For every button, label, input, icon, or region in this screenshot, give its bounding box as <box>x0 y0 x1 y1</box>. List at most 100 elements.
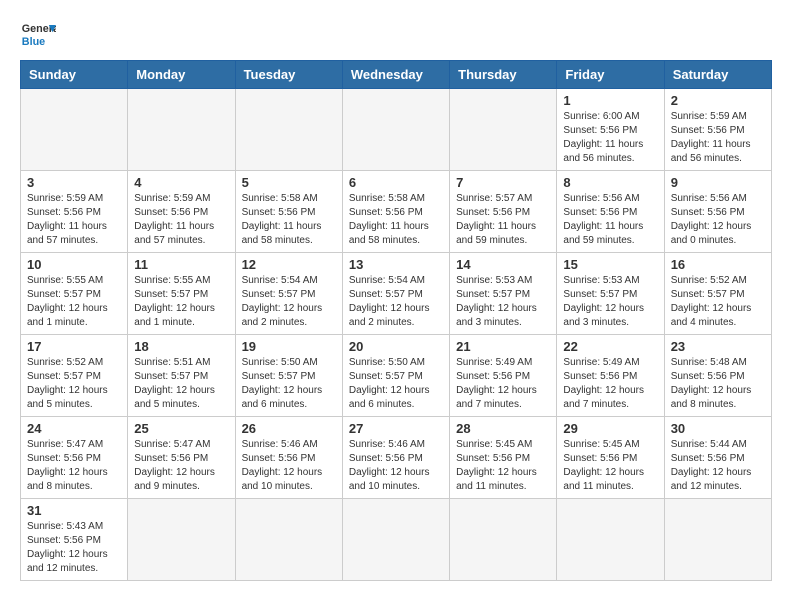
calendar-cell: 1 Sunrise: 6:00 AM Sunset: 5:56 PM Daylig… <box>557 89 664 171</box>
calendar-cell: 3Sunrise: 5:59 AM Sunset: 5:56 PM Daylig… <box>21 171 128 253</box>
day-info: Sunrise: 5:43 AM Sunset: 5:56 PM Dayligh… <box>27 520 121 576</box>
day-info: Sunrise: 5:46 AM Sunset: 5:56 PM Dayligh… <box>349 438 443 494</box>
day-info: Sunrise: 5:56 AM Sunset: 5:56 PM Dayligh… <box>563 192 657 248</box>
calendar-cell: 6 Sunrise: 5:58 AM Sunset: 5:56 PM Daylig… <box>342 171 449 253</box>
header-friday: Friday <box>557 61 664 89</box>
day-number: 1 <box>563 93 657 108</box>
day-number: 27 <box>349 421 443 436</box>
header: General Blue <box>20 16 772 52</box>
calendar-cell <box>664 499 771 581</box>
day-info: Sunrise: 5:59 AM Sunset: 5:56 PM Dayligh… <box>134 192 228 248</box>
calendar-cell <box>128 499 235 581</box>
calendar-cell: 14 Sunrise: 5:53 AM Sunset: 5:57 PM Dayli… <box>450 253 557 335</box>
calendar-cell: 24Sunrise: 5:47 AM Sunset: 5:56 PM Dayli… <box>21 417 128 499</box>
calendar-table: SundayMondayTuesdayWednesdayThursdayFrid… <box>20 60 772 581</box>
header-monday: Monday <box>128 61 235 89</box>
day-info: Sunrise: 5:54 AM Sunset: 5:57 PM Dayligh… <box>349 274 443 330</box>
calendar-week-row: 10 Sunrise: 5:55 AM Sunset: 5:57 PM Dayli… <box>21 253 772 335</box>
day-info: Sunrise: 5:59 AM Sunset: 5:56 PM Dayligh… <box>671 110 765 166</box>
day-number: 21 <box>456 339 550 354</box>
calendar-cell: 15 Sunrise: 5:53 AM Sunset: 5:57 PM Dayli… <box>557 253 664 335</box>
day-info: Sunrise: 5:52 AM Sunset: 5:57 PM Dayligh… <box>27 356 121 412</box>
day-info: Sunrise: 5:58 AM Sunset: 5:56 PM Dayligh… <box>349 192 443 248</box>
calendar-cell: 21Sunrise: 5:49 AM Sunset: 5:56 PM Dayli… <box>450 335 557 417</box>
day-info: Sunrise: 5:58 AM Sunset: 5:56 PM Dayligh… <box>242 192 336 248</box>
day-number: 4 <box>134 175 228 190</box>
calendar-cell <box>450 89 557 171</box>
calendar-cell <box>342 499 449 581</box>
calendar-cell: 8 Sunrise: 5:56 AM Sunset: 5:56 PM Daylig… <box>557 171 664 253</box>
calendar-week-row: 31Sunrise: 5:43 AM Sunset: 5:56 PM Dayli… <box>21 499 772 581</box>
day-info: Sunrise: 5:53 AM Sunset: 5:57 PM Dayligh… <box>563 274 657 330</box>
calendar-cell: 7Sunrise: 5:57 AM Sunset: 5:56 PM Daylig… <box>450 171 557 253</box>
header-saturday: Saturday <box>664 61 771 89</box>
day-number: 23 <box>671 339 765 354</box>
header-wednesday: Wednesday <box>342 61 449 89</box>
day-number: 13 <box>349 257 443 272</box>
calendar-cell: 23 Sunrise: 5:48 AM Sunset: 5:56 PM Dayli… <box>664 335 771 417</box>
day-number: 19 <box>242 339 336 354</box>
calendar-cell: 11Sunrise: 5:55 AM Sunset: 5:57 PM Dayli… <box>128 253 235 335</box>
day-info: Sunrise: 5:46 AM Sunset: 5:56 PM Dayligh… <box>242 438 336 494</box>
calendar-cell: 29 Sunrise: 5:45 AM Sunset: 5:56 PM Dayli… <box>557 417 664 499</box>
day-number: 6 <box>349 175 443 190</box>
calendar-cell: 5 Sunrise: 5:58 AM Sunset: 5:56 PM Daylig… <box>235 171 342 253</box>
day-number: 30 <box>671 421 765 436</box>
day-info: Sunrise: 5:59 AM Sunset: 5:56 PM Dayligh… <box>27 192 121 248</box>
day-number: 29 <box>563 421 657 436</box>
day-number: 20 <box>349 339 443 354</box>
day-info: Sunrise: 5:53 AM Sunset: 5:57 PM Dayligh… <box>456 274 550 330</box>
day-number: 5 <box>242 175 336 190</box>
svg-text:Blue: Blue <box>22 36 45 48</box>
header-sunday: Sunday <box>21 61 128 89</box>
calendar-cell: 10 Sunrise: 5:55 AM Sunset: 5:57 PM Dayli… <box>21 253 128 335</box>
calendar-cell <box>557 499 664 581</box>
day-number: 25 <box>134 421 228 436</box>
header-tuesday: Tuesday <box>235 61 342 89</box>
day-number: 16 <box>671 257 765 272</box>
day-info: Sunrise: 5:51 AM Sunset: 5:57 PM Dayligh… <box>134 356 228 412</box>
day-info: Sunrise: 5:50 AM Sunset: 5:57 PM Dayligh… <box>349 356 443 412</box>
day-number: 26 <box>242 421 336 436</box>
day-number: 22 <box>563 339 657 354</box>
calendar-cell <box>342 89 449 171</box>
day-number: 7 <box>456 175 550 190</box>
calendar-cell <box>21 89 128 171</box>
day-info: Sunrise: 5:52 AM Sunset: 5:57 PM Dayligh… <box>671 274 765 330</box>
calendar-cell <box>128 89 235 171</box>
calendar-cell: 31Sunrise: 5:43 AM Sunset: 5:56 PM Dayli… <box>21 499 128 581</box>
day-info: Sunrise: 5:55 AM Sunset: 5:57 PM Dayligh… <box>27 274 121 330</box>
calendar-cell: 22 Sunrise: 5:49 AM Sunset: 5:56 PM Dayli… <box>557 335 664 417</box>
day-info: Sunrise: 5:55 AM Sunset: 5:57 PM Dayligh… <box>134 274 228 330</box>
day-info: Sunrise: 5:45 AM Sunset: 5:56 PM Dayligh… <box>563 438 657 494</box>
day-number: 9 <box>671 175 765 190</box>
day-info: Sunrise: 5:50 AM Sunset: 5:57 PM Dayligh… <box>242 356 336 412</box>
day-number: 15 <box>563 257 657 272</box>
calendar-cell: 30Sunrise: 5:44 AM Sunset: 5:56 PM Dayli… <box>664 417 771 499</box>
calendar-cell: 27 Sunrise: 5:46 AM Sunset: 5:56 PM Dayli… <box>342 417 449 499</box>
day-number: 8 <box>563 175 657 190</box>
day-info: Sunrise: 5:45 AM Sunset: 5:56 PM Dayligh… <box>456 438 550 494</box>
calendar-cell: 13 Sunrise: 5:54 AM Sunset: 5:57 PM Dayli… <box>342 253 449 335</box>
calendar-week-row: 17Sunrise: 5:52 AM Sunset: 5:57 PM Dayli… <box>21 335 772 417</box>
day-info: Sunrise: 5:49 AM Sunset: 5:56 PM Dayligh… <box>563 356 657 412</box>
day-info: Sunrise: 5:47 AM Sunset: 5:56 PM Dayligh… <box>27 438 121 494</box>
day-info: Sunrise: 5:54 AM Sunset: 5:57 PM Dayligh… <box>242 274 336 330</box>
day-info: Sunrise: 5:47 AM Sunset: 5:56 PM Dayligh… <box>134 438 228 494</box>
day-number: 14 <box>456 257 550 272</box>
calendar-cell: 18Sunrise: 5:51 AM Sunset: 5:57 PM Dayli… <box>128 335 235 417</box>
day-info: Sunrise: 5:48 AM Sunset: 5:56 PM Dayligh… <box>671 356 765 412</box>
calendar-cell: 4 Sunrise: 5:59 AM Sunset: 5:56 PM Daylig… <box>128 171 235 253</box>
calendar-cell: 17Sunrise: 5:52 AM Sunset: 5:57 PM Dayli… <box>21 335 128 417</box>
calendar-cell: 28Sunrise: 5:45 AM Sunset: 5:56 PM Dayli… <box>450 417 557 499</box>
calendar-cell: 25 Sunrise: 5:47 AM Sunset: 5:56 PM Dayli… <box>128 417 235 499</box>
calendar-cell: 20 Sunrise: 5:50 AM Sunset: 5:57 PM Dayli… <box>342 335 449 417</box>
calendar-cell: 19 Sunrise: 5:50 AM Sunset: 5:57 PM Dayli… <box>235 335 342 417</box>
day-info: Sunrise: 6:00 AM Sunset: 5:56 PM Dayligh… <box>563 110 657 166</box>
day-number: 10 <box>27 257 121 272</box>
calendar-header-row: SundayMondayTuesdayWednesdayThursdayFrid… <box>21 61 772 89</box>
calendar-cell <box>235 499 342 581</box>
calendar-cell <box>235 89 342 171</box>
calendar-cell: 9Sunrise: 5:56 AM Sunset: 5:56 PM Daylig… <box>664 171 771 253</box>
calendar-cell: 2Sunrise: 5:59 AM Sunset: 5:56 PM Daylig… <box>664 89 771 171</box>
